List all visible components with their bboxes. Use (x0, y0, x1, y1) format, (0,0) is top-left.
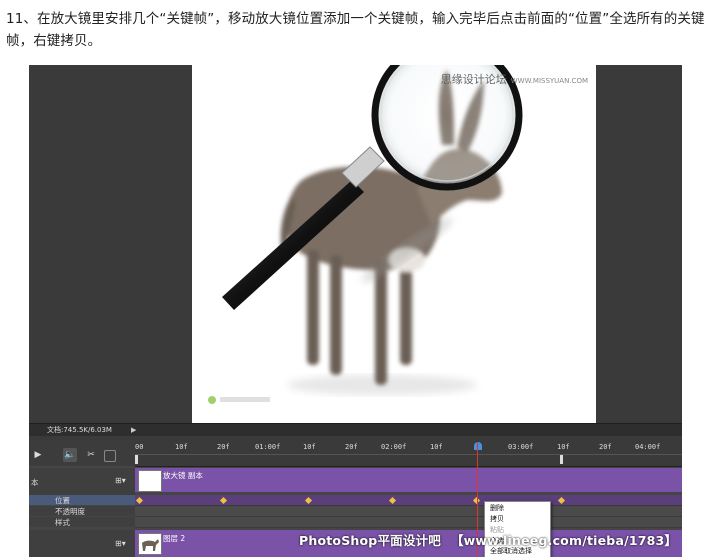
doc-size-readout: 文档:745.5K/6.03M (47, 426, 112, 434)
tick-label: 10f (303, 443, 316, 451)
tick-label: 04:00f (635, 443, 661, 451)
clip-name: 放大镜 副本 (163, 471, 203, 480)
transition-icon[interactable] (104, 450, 116, 462)
tick-label: 10f (430, 443, 443, 451)
menu-item-copy[interactable]: 拷贝 (490, 514, 504, 524)
tick-label: 01:00f (255, 443, 281, 451)
audio-icon[interactable]: 🔈 (63, 448, 77, 462)
keyframe[interactable] (219, 496, 228, 505)
tick-label: 20f (599, 443, 612, 451)
property-row-position[interactable]: 位置 (29, 495, 135, 505)
timeline-controls: ▶ 🔈 ✂ (29, 440, 135, 466)
keyframe[interactable] (304, 496, 313, 505)
instruction-text: 11、在放大镜里安排几个“关键帧”，移动放大镜位置添加一个关键帧，输入完毕后点击… (6, 11, 705, 49)
canvas-artwork (208, 65, 523, 404)
time-ruler[interactable]: 00 10f 20f 01:00f 10f 20f 02:00f 10f 20f… (135, 440, 682, 467)
layer-label: 本 (31, 478, 39, 487)
watermark-url: WWW.MISSYUAN.COM (510, 77, 588, 85)
leaf-icon (208, 396, 216, 404)
play-icon[interactable]: ▶ (31, 448, 45, 462)
split-clip-icon[interactable]: ✂ (84, 448, 98, 462)
playhead-handle[interactable] (474, 442, 482, 450)
keyframe-track-opacity[interactable] (135, 506, 682, 517)
layer-row-header[interactable]: 本 ⊞▾ (29, 468, 135, 496)
watermark-cn: 思缘设计论坛 (440, 73, 507, 86)
clip-thumbnail (138, 533, 162, 555)
status-bar: 文档:745.5K/6.03M ▶ (29, 423, 682, 436)
tick-label: 03:00f (508, 443, 534, 451)
tick-label: 20f (217, 443, 230, 451)
watermark-brand: PhotoShop平面设计吧 (299, 533, 441, 548)
document-canvas[interactable]: 思缘设计论坛 WWW.MISSYUAN.COM (192, 65, 596, 423)
tick-label: 02:00f (381, 443, 407, 451)
work-area-end-handle[interactable] (560, 455, 563, 464)
keyframe[interactable] (557, 496, 566, 505)
forum-watermark: PhotoShop平面设计吧 【www.lineeg.com/tieba/1783… (299, 530, 677, 549)
tick-label: 10f (175, 443, 188, 451)
clip-name: 图层 2 (163, 534, 186, 543)
property-row-style[interactable]: 样式 (29, 517, 135, 527)
status-menu-arrow[interactable]: ▶ (131, 424, 136, 436)
clip-thumbnail (138, 470, 162, 492)
work-area-start-handle[interactable] (135, 455, 138, 464)
watermark-link: 【www.lineeg.com/tieba/1783】 (450, 533, 678, 548)
property-label: 样式 (55, 518, 70, 527)
tick-label: 10f (557, 443, 570, 451)
keyframe-track-style[interactable] (135, 517, 682, 528)
property-row-opacity[interactable]: 不透明度 (29, 506, 135, 516)
keyframe[interactable] (135, 496, 144, 505)
keyframe[interactable] (388, 496, 397, 505)
layer-row-header[interactable]: ⊞▾ (29, 530, 135, 557)
layer-add-media-icon[interactable]: ⊞▾ (115, 539, 126, 548)
ruler-baseline (135, 454, 682, 455)
clip-track[interactable]: 放大镜 副本 (135, 468, 682, 492)
property-label: 不透明度 (55, 507, 85, 516)
keyframe-track-position[interactable] (135, 495, 682, 506)
property-label: 位置 (55, 496, 70, 505)
menu-item-delete[interactable]: 删除 (490, 503, 504, 513)
tick-label: 00 (135, 443, 144, 451)
layer-add-media-icon[interactable]: ⊞▾ (115, 476, 126, 485)
tick-label: 20f (345, 443, 358, 451)
site-watermark: 思缘设计论坛 WWW.MISSYUAN.COM (441, 71, 588, 87)
photoshop-window: 思缘设计论坛 WWW.MISSYUAN.COM 文档:745.5K/6.03M ▶… (29, 65, 682, 557)
